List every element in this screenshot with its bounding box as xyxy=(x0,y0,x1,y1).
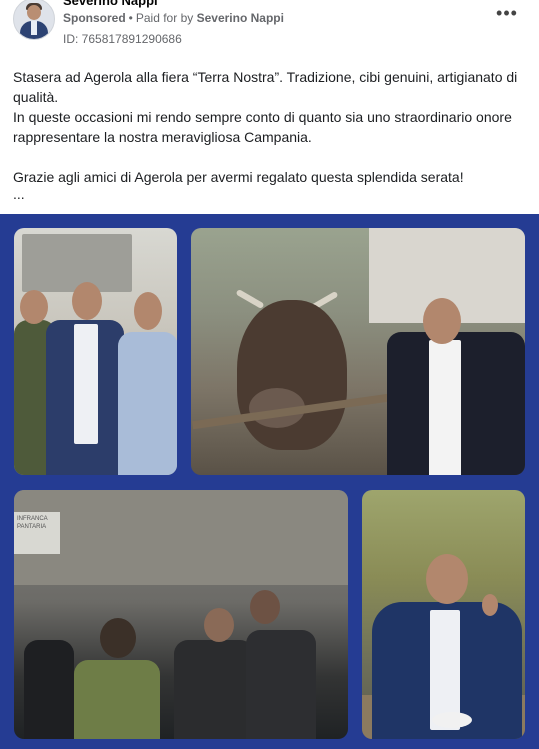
profile-avatar[interactable] xyxy=(13,0,55,40)
paid-for-prefix: Paid for by xyxy=(135,11,194,25)
post-text-line: Grazie agli amici di Agerola per avermi … xyxy=(13,169,464,185)
post-meta: Sponsored • Paid for by Severino Nappi xyxy=(63,11,284,25)
post-text-line: Stasera ad Agerola alla fiera “Terra Nos… xyxy=(13,69,518,105)
photo-group-portrait[interactable] xyxy=(14,228,177,475)
see-more-ellipsis[interactable]: ... xyxy=(13,187,525,201)
ad-post-card: Severino Nappi Sponsored • Paid for by Sev… xyxy=(0,0,539,749)
meta-separator: • xyxy=(128,11,133,25)
stone-wall xyxy=(14,490,348,585)
photo-collage: INFRANCA PANTARIA xyxy=(0,214,539,749)
post-text: Stasera ad Agerola alla fiera “Terra Nos… xyxy=(13,67,525,201)
more-horizontal-icon[interactable]: ••• xyxy=(494,4,520,28)
sponsored-label: Sponsored xyxy=(63,11,126,25)
plate xyxy=(432,712,472,728)
paid-for-name[interactable]: Severino Nappi xyxy=(197,11,284,25)
wall-sign: INFRANCA PANTARIA xyxy=(14,512,60,554)
photo-with-cow[interactable] xyxy=(191,228,525,475)
wall-poster xyxy=(22,234,132,292)
photo-eating[interactable] xyxy=(362,490,525,739)
ad-id: ID: 765817891290686 xyxy=(63,32,182,46)
post-text-line: In queste occasioni mi rendo sempre cont… xyxy=(13,109,512,145)
cow xyxy=(237,300,347,450)
author-name[interactable]: Severino Nappi xyxy=(63,0,158,8)
photo-evening-crowd[interactable]: INFRANCA PANTARIA xyxy=(14,490,348,739)
